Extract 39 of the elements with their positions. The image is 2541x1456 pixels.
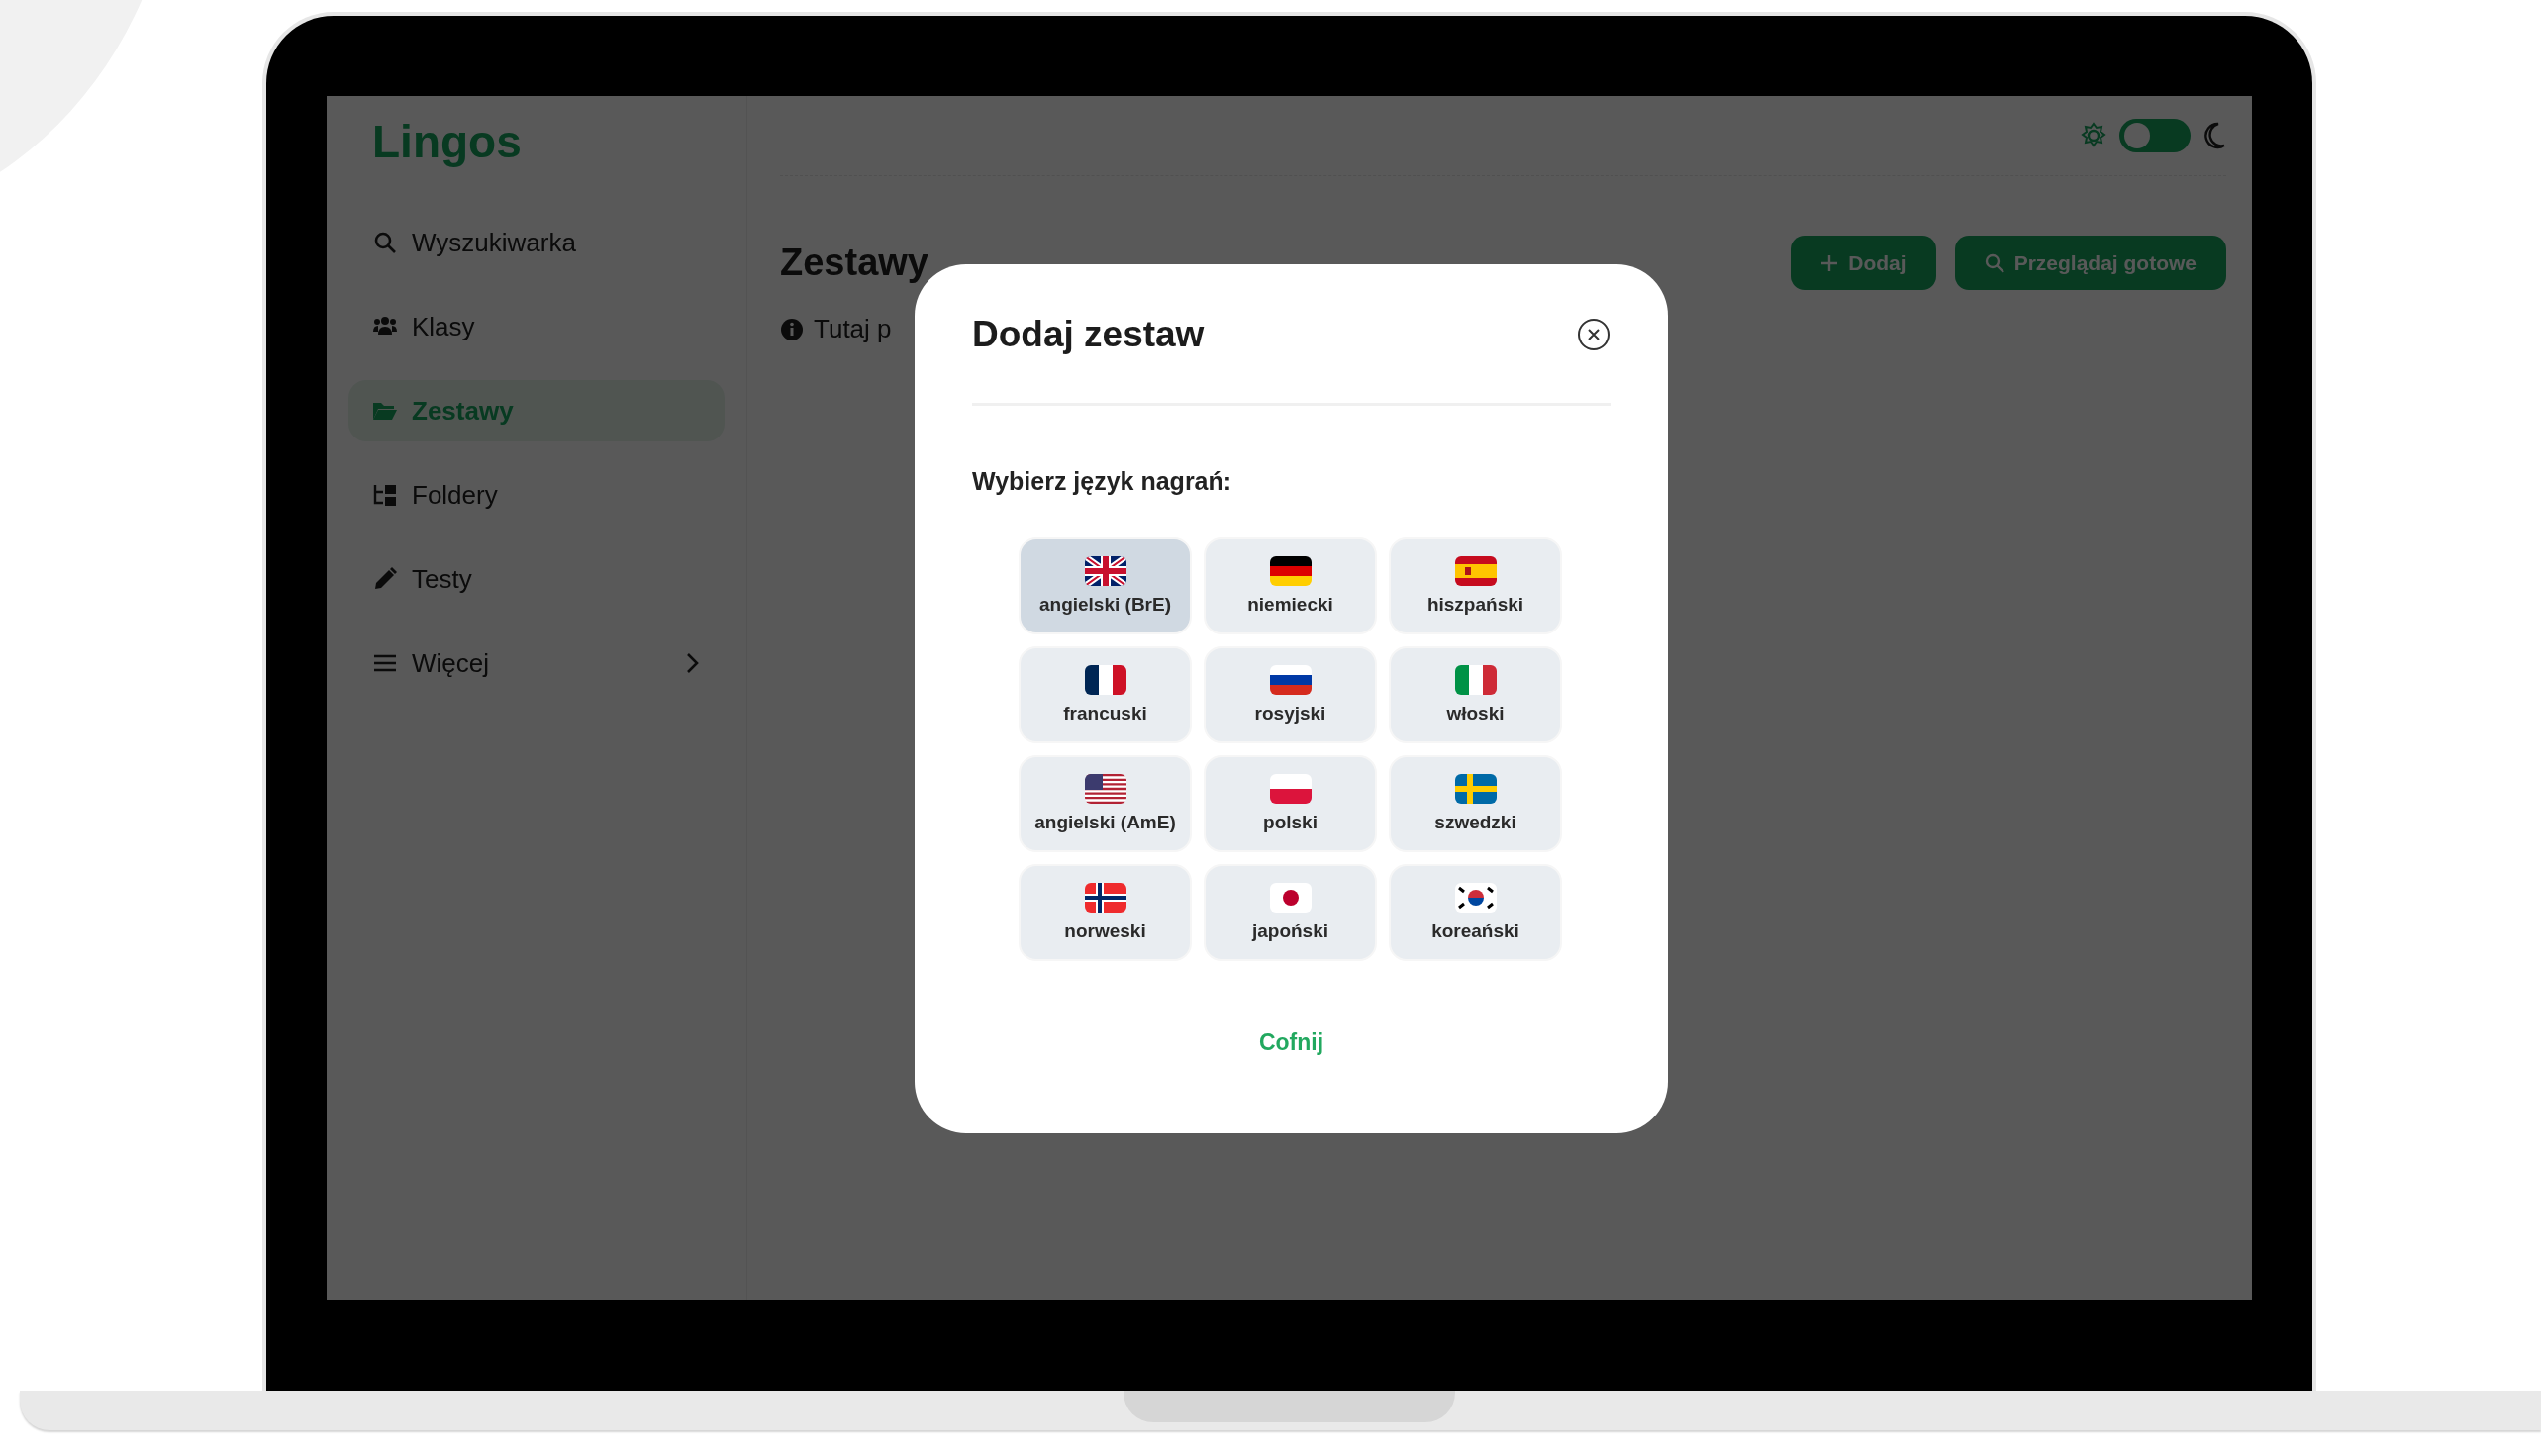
polish-flag-icon <box>1269 774 1312 804</box>
us-flag-icon <box>1084 774 1126 804</box>
close-button[interactable] <box>1577 318 1611 351</box>
theme-toggle[interactable] <box>2119 119 2191 152</box>
uk-flag-icon <box>1084 556 1126 586</box>
info-icon <box>780 317 804 341</box>
logo: Lingos <box>372 116 523 167</box>
language-option[interactable]: koreański <box>1389 864 1562 961</box>
norwegian-flag-icon <box>1084 883 1126 913</box>
language-option[interactable]: angielski (BrE) <box>1019 537 1192 634</box>
folder-tree-icon <box>372 482 398 508</box>
language-option[interactable]: rosyjski <box>1204 646 1377 743</box>
language-option[interactable]: włoski <box>1389 646 1562 743</box>
pencil-icon <box>372 566 398 592</box>
swedish-flag-icon <box>1454 774 1497 804</box>
russian-flag-icon <box>1269 665 1312 695</box>
japanese-flag-icon <box>1269 883 1312 913</box>
italian-flag-icon <box>1454 665 1497 695</box>
korean-flag-icon <box>1454 883 1497 913</box>
page-title: Zestawy <box>780 242 928 284</box>
language-option[interactable]: norweski <box>1019 864 1192 961</box>
dialog-prompt: Wybierz język nagrań: <box>972 467 1233 496</box>
language-option[interactable]: polski <box>1204 755 1377 852</box>
language-option[interactable]: francuski <box>1019 646 1192 743</box>
german-flag-icon <box>1269 556 1312 586</box>
language-option[interactable]: szwedzki <box>1389 755 1562 852</box>
language-option[interactable]: japoński <box>1204 864 1377 961</box>
search-icon <box>372 230 398 255</box>
search-icon <box>1984 252 2004 273</box>
dialog-title: Dodaj zestaw <box>972 314 1205 355</box>
language-option[interactable]: angielski (AmE) <box>1019 755 1192 852</box>
sun-icon <box>2080 122 2107 149</box>
language-option[interactable]: hiszpański <box>1389 537 1562 634</box>
moon-icon <box>2202 122 2226 149</box>
spanish-flag-icon <box>1454 556 1497 586</box>
language-option[interactable]: niemiecki <box>1204 537 1377 634</box>
plus-icon <box>1820 253 1839 272</box>
info-text: Tutaj p <box>814 314 892 344</box>
french-flag-icon <box>1084 665 1126 695</box>
